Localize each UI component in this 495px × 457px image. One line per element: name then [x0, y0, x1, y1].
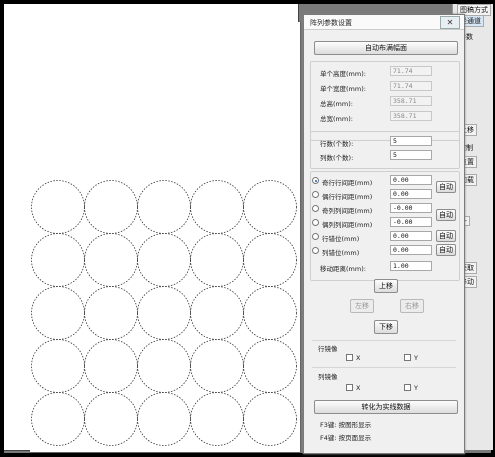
- move-distance-input[interactable]: 1.00: [390, 261, 432, 271]
- even-col-spacing-input[interactable]: -0.00: [390, 217, 432, 227]
- col-offset-label: 列错位(mm): [322, 249, 360, 257]
- count-group: [310, 131, 460, 169]
- dialog-titlebar[interactable]: 阵列参数设置 ✕: [304, 15, 464, 30]
- array-circle[interactable]: [243, 339, 297, 393]
- drawing-canvas[interactable]: [4, 4, 301, 453]
- divider: [312, 367, 456, 368]
- col-offset-radio[interactable]: [312, 247, 319, 254]
- odd-col-spacing-input[interactable]: -0.00: [390, 203, 432, 213]
- width-field[interactable]: 71.74: [390, 81, 432, 91]
- dialog-title: 阵列参数设置: [310, 19, 352, 27]
- array-circle[interactable]: [84, 233, 138, 287]
- odd-row-spacing-input[interactable]: 0.00: [390, 175, 432, 185]
- move-distance-label: 移动距离(mm):: [320, 265, 366, 273]
- array-circle[interactable]: [243, 180, 297, 234]
- array-circle[interactable]: [137, 392, 191, 446]
- col-mirror-x-checkbox[interactable]: [346, 384, 353, 391]
- array-circle[interactable]: [84, 339, 138, 393]
- convert-to-solid-button[interactable]: 转化为实线数据: [314, 400, 458, 414]
- array-circle[interactable]: [190, 339, 244, 393]
- row-mirror-y-checkbox[interactable]: [404, 354, 411, 361]
- even-col-spacing-label: 偶列列间距(mm): [322, 221, 373, 229]
- row-mirror-label: 行镜像: [318, 345, 338, 353]
- total-height-label: 总高(mm):: [320, 100, 353, 108]
- even-row-spacing-input[interactable]: 0.00: [390, 189, 432, 199]
- f4-hint: F4键: 按页面显示: [320, 434, 372, 442]
- row-offset-label: 行错位(mm): [322, 235, 360, 243]
- row-offset-input[interactable]: 0.00: [390, 231, 432, 241]
- even-row-spacing-label: 偶行行间距(mm): [322, 193, 373, 201]
- row-offset-auto-button[interactable]: 自动: [436, 230, 456, 242]
- cols-input[interactable]: 5: [390, 150, 432, 160]
- col-mirror-y-checkbox[interactable]: [404, 384, 411, 391]
- col-mirror-label: 列镜像: [318, 373, 338, 381]
- array-circle[interactable]: [84, 180, 138, 234]
- array-circle[interactable]: [190, 233, 244, 287]
- move-up-button[interactable]: 上移: [374, 279, 398, 293]
- array-circle[interactable]: [137, 339, 191, 393]
- array-circle[interactable]: [31, 392, 85, 446]
- row-mirror-x-checkbox[interactable]: [346, 354, 353, 361]
- col-offset-input[interactable]: 0.00: [390, 245, 432, 255]
- array-circle[interactable]: [243, 392, 297, 446]
- array-circle[interactable]: [243, 233, 297, 287]
- total-height-field[interactable]: 358.71: [390, 96, 432, 106]
- odd-col-auto-button[interactable]: 自动: [436, 209, 456, 221]
- odd-row-auto-button[interactable]: 自动: [436, 181, 456, 193]
- col-mirror-y-label: Y: [414, 384, 418, 392]
- array-circle[interactable]: [31, 180, 85, 234]
- col-offset-auto-button[interactable]: 自动: [436, 244, 456, 256]
- array-circle[interactable]: [190, 286, 244, 340]
- row-mirror-y-label: Y: [414, 354, 418, 362]
- array-circle[interactable]: [31, 286, 85, 340]
- odd-col-spacing-label: 奇列列间距(mm): [322, 207, 373, 215]
- circle-array: [31, 180, 297, 446]
- rows-label: 行数(个数):: [320, 140, 354, 148]
- array-circle[interactable]: [190, 392, 244, 446]
- height-field[interactable]: 71.74: [390, 66, 432, 76]
- array-circle[interactable]: [31, 233, 85, 287]
- move-left-button[interactable]: 左移: [350, 299, 374, 313]
- total-width-label: 总宽(mm):: [320, 115, 353, 123]
- col-mirror-x-label: X: [356, 384, 361, 392]
- row-offset-radio[interactable]: [312, 233, 319, 240]
- rows-input[interactable]: 5: [390, 136, 432, 146]
- array-circle[interactable]: [243, 286, 297, 340]
- close-icon[interactable]: ✕: [440, 16, 460, 29]
- array-circle[interactable]: [190, 180, 244, 234]
- divider: [312, 340, 456, 341]
- row-mirror-x-label: X: [356, 354, 361, 362]
- move-down-button[interactable]: 下移: [374, 320, 398, 334]
- auto-layout-button[interactable]: 自动布满幅面: [314, 41, 458, 55]
- odd-row-spacing-label: 奇行行间距(mm): [322, 179, 373, 187]
- array-settings-dialog: 阵列参数设置 ✕ 自动布满幅面 单个高度(mm): 71.74 单个宽度(mm)…: [303, 14, 465, 454]
- array-circle[interactable]: [84, 392, 138, 446]
- array-circle[interactable]: [31, 339, 85, 393]
- array-circle[interactable]: [137, 180, 191, 234]
- move-right-button[interactable]: 右移: [400, 299, 424, 313]
- odd-row-spacing-radio[interactable]: [312, 177, 319, 184]
- odd-col-spacing-radio[interactable]: [312, 205, 319, 212]
- even-row-spacing-radio[interactable]: [312, 191, 319, 198]
- cols-label: 列数(个数):: [320, 154, 354, 162]
- array-circle[interactable]: [137, 286, 191, 340]
- height-label: 单个高度(mm):: [320, 70, 366, 78]
- array-circle[interactable]: [137, 233, 191, 287]
- array-circle[interactable]: [84, 286, 138, 340]
- f3-hint: F3键: 按图形显示: [320, 421, 372, 429]
- even-col-spacing-radio[interactable]: [312, 219, 319, 226]
- total-width-field[interactable]: 358.71: [390, 111, 432, 121]
- width-label: 单个宽度(mm):: [320, 85, 366, 93]
